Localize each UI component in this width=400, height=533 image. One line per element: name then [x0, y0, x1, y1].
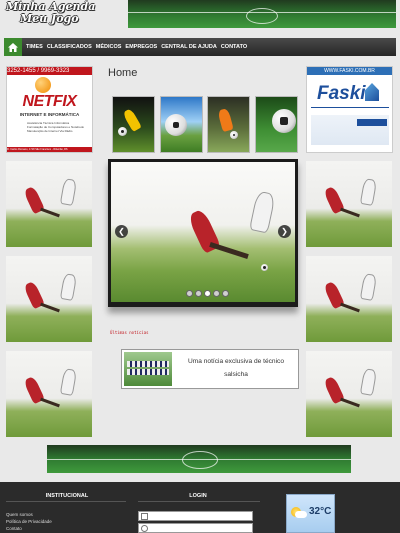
logo-line-2: Meu Jogo [20, 12, 79, 25]
player-leg [340, 302, 360, 313]
news-card[interactable]: Uma notícia exclusiva de técnico salsich… [121, 349, 299, 389]
side-photo[interactable] [6, 351, 92, 437]
login-password-field[interactable] [138, 523, 253, 533]
bottom-banner-ad[interactable] [47, 445, 351, 473]
news-headline[interactable]: Uma notícia exclusiva de técnico salsich… [178, 355, 294, 381]
player-leg [209, 241, 249, 260]
ad-tagline [311, 107, 389, 112]
player-leg [40, 397, 60, 408]
top-banner-ad[interactable] [128, 0, 396, 28]
slider-dot[interactable] [204, 290, 211, 297]
player-leg [340, 207, 360, 218]
cloud-icon [295, 511, 307, 518]
ad-subtitle: INTERNET E INFORMÁTICA [19, 112, 80, 117]
divider [138, 501, 260, 502]
latest-news-label: Últimas notícias [110, 330, 149, 335]
login-heading: LOGIN [189, 493, 207, 499]
gallery-thumb[interactable] [207, 96, 250, 153]
player-figure [359, 178, 378, 206]
image-slider[interactable]: ❮ ❯ [108, 159, 298, 307]
player-leg [40, 207, 60, 218]
slider-next-button[interactable]: ❯ [278, 225, 291, 238]
slider-dot[interactable] [222, 290, 229, 297]
ad-url: WWW.FASKI.COM.BR [307, 67, 392, 75]
slider-dot[interactable] [186, 290, 193, 297]
home-button[interactable] [4, 38, 22, 56]
gallery-thumb[interactable] [160, 96, 203, 153]
side-photo[interactable] [306, 256, 392, 342]
field-circle [182, 451, 218, 469]
login-user-field[interactable] [138, 511, 253, 521]
nav-item-medicos[interactable]: MÉDICOS [96, 44, 122, 50]
ball-icon [165, 114, 187, 136]
nav-item-contato[interactable]: CONTATO [221, 44, 247, 50]
footer-link-privacidade[interactable]: Política de Privacidade [6, 519, 52, 524]
field-circle [246, 8, 278, 24]
slide-image[interactable] [111, 162, 295, 302]
nav-item-empregos[interactable]: EMPREGOS [125, 44, 157, 50]
player-figure [249, 190, 276, 234]
ad-phone: 3252-1455 / 9969-3323 [7, 67, 92, 75]
weather-temperature: 32°C [309, 506, 332, 517]
nav-item-times[interactable]: TIMES [26, 44, 43, 50]
player-leg [340, 397, 360, 408]
player-figure [59, 368, 78, 396]
ball-icon [230, 131, 238, 139]
player-figure [359, 273, 378, 301]
side-photo[interactable] [6, 256, 92, 342]
divider [6, 501, 126, 502]
ball-icon [261, 264, 268, 271]
main-nav: TIMES CLASSIFICADOS MÉDICOS EMPREGOS CEN… [4, 38, 396, 56]
slider-prev-button[interactable]: ❮ [115, 225, 128, 238]
nav-item-central-de-ajuda[interactable]: CENTRAL DE AJUDA [161, 44, 217, 50]
ad-service: Manutenção de Internet Via Rádio [27, 129, 73, 133]
team-row [127, 369, 169, 375]
envelope-icon [141, 513, 148, 520]
footer-link-contato[interactable]: Contato [6, 526, 22, 531]
weather-widget[interactable]: 32°C [286, 494, 335, 533]
player-figure [359, 368, 378, 396]
netfix-logo-icon [35, 77, 51, 93]
footer-link-quem-somos[interactable]: Quem somos [6, 512, 33, 517]
slider-dot[interactable] [213, 290, 220, 297]
slider-dots [186, 290, 229, 297]
gallery-thumb[interactable] [255, 96, 298, 153]
gallery-thumb[interactable] [112, 96, 155, 153]
news-thumbnail[interactable] [124, 352, 172, 386]
player-figure [217, 107, 234, 133]
page-title: Home [108, 67, 138, 79]
side-photo[interactable] [6, 161, 92, 247]
ad-brand: Faski [317, 83, 366, 104]
ad-badge [357, 119, 387, 126]
ad-address: R. Carlos Romano, 1718 São Francisco - R… [7, 147, 92, 152]
site-logo[interactable]: Minha Agenda Meu Jogo [4, 0, 104, 28]
footer: INSTITUCIONAL Quem somos Política de Pri… [0, 482, 400, 533]
faski-ad[interactable]: WWW.FASKI.COM.BR Faski [306, 66, 393, 153]
ball-icon [272, 109, 296, 133]
player-leg [40, 302, 60, 313]
side-photo[interactable] [306, 161, 392, 247]
institucional-heading: INSTITUCIONAL [45, 493, 89, 499]
player-figure [59, 178, 78, 206]
ad-brand: NETFIX [22, 93, 77, 110]
slider-dot[interactable] [195, 290, 202, 297]
team-row [127, 361, 169, 367]
ad-services: Assistência Técnica Informática Formataç… [27, 121, 91, 133]
netfix-ad[interactable]: 3252-1455 / 9969-3323 NETFIX INTERNET E … [6, 66, 93, 153]
faski-logo-icon [365, 83, 379, 101]
key-icon [141, 525, 148, 532]
nav-item-classificados[interactable]: CLASSIFICADOS [47, 44, 92, 50]
ad-info-panel [311, 115, 389, 145]
ball-icon [118, 127, 127, 136]
home-icon [8, 42, 18, 52]
player-figure [59, 273, 78, 301]
side-photo[interactable] [306, 351, 392, 437]
